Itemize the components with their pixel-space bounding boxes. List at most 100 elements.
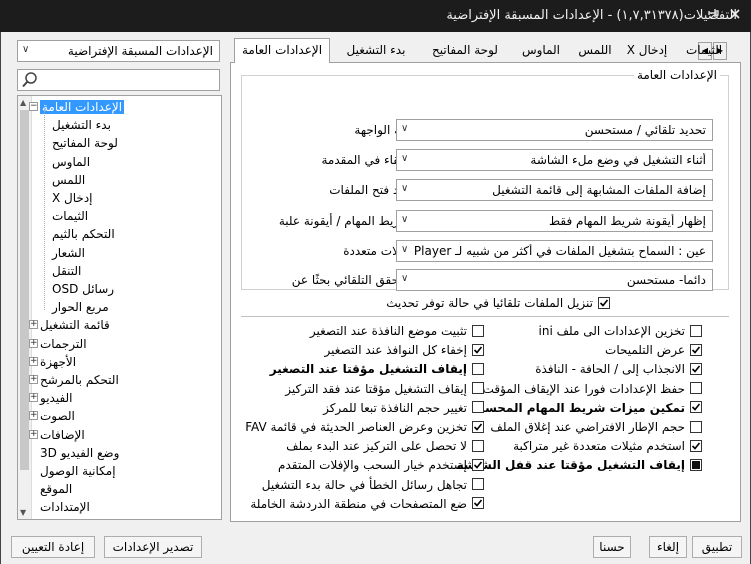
option-checkbox[interactable]: تغيير حجم النافذة تبعا للمركز: [248, 400, 484, 416]
checkbox-checked-icon[interactable]: [472, 343, 484, 356]
option-checkbox[interactable]: تثبيت موضع النافذة عند التصغير: [248, 323, 484, 339]
option-checkbox[interactable]: إيقاف التشغيل مؤقتا عند فقد التركيز: [248, 381, 484, 397]
tree-item[interactable]: الصوت: [40, 407, 75, 425]
tree-item[interactable]: التنقل: [52, 262, 81, 280]
tree-item[interactable]: وضع الفيديو 3D: [40, 444, 119, 462]
option-checkbox[interactable]: حجم الإطار الافتراضي عند إغلاق الملف: [490, 419, 702, 435]
setting-dropdown[interactable]: إضافة الملفات المشابهة إلى قائمة التشغيل…: [396, 179, 713, 201]
setting-dropdown[interactable]: عين : السماح بتشغيل الملفات في أكثر من ش…: [396, 240, 713, 262]
option-checkbox[interactable]: تخزين الإعدادات الى ملف ini: [492, 323, 702, 339]
collapse-icon[interactable]: −: [29, 102, 38, 111]
option-checkbox[interactable]: إيقاف التشغيل مؤقتا عند قفل الشاشة: [456, 457, 702, 473]
settings-tree[interactable]: ▲ ▼ الإعدادات العامة − بدء التشغيل لوحة الم…: [17, 95, 222, 520]
tree-item[interactable]: الأجهزة: [40, 353, 76, 371]
tab-5[interactable]: إدخال X: [621, 41, 673, 61]
tree-item-label: لوحة المفاتيح: [52, 136, 118, 151]
checkbox-label: ضع المتصفحات في منطقة الدردشة الخاملة: [250, 496, 467, 511]
option-checkbox[interactable]: تمكين ميزات شريط المهام المحسنة: [473, 400, 702, 416]
auto-download-checkbox[interactable]: تنزيل الملفات تلقائيا في حالة توفر تحديث: [386, 295, 610, 311]
option-checkbox[interactable]: إيقاف التشغيل مؤقتا عند التصغير: [248, 361, 484, 377]
option-checkbox[interactable]: الانجذاب إلى / الحافة - النافذة: [492, 361, 702, 377]
expand-icon[interactable]: +: [29, 338, 38, 348]
expand-icon[interactable]: +: [29, 320, 38, 330]
setting-dropdown[interactable]: إظهار أيقونة شريط المهام فقط ∨: [396, 210, 713, 232]
checkbox-checked-icon[interactable]: [472, 458, 484, 471]
tab-2[interactable]: لوحة المفاتيح: [421, 41, 509, 61]
checkbox-checked-icon[interactable]: [690, 343, 702, 356]
tree-item[interactable]: الإعدادات العامة: [40, 98, 125, 116]
checkbox-unchecked-icon[interactable]: [472, 478, 484, 491]
tree-item[interactable]: التحكم بالمرشح: [40, 371, 119, 389]
option-checkbox[interactable]: حفظ الإعدادات فورا عند الإيقاف المؤقت: [483, 381, 702, 397]
checkbox-checked-icon[interactable]: [472, 497, 484, 510]
setting-dropdown-value: دائما- مستحسن: [626, 273, 706, 287]
setting-dropdown[interactable]: دائما- مستحسن ∨: [396, 269, 713, 291]
checkbox-checked-icon[interactable]: [690, 362, 702, 375]
tree-item[interactable]: التحكم بالثيم: [52, 225, 115, 243]
checkbox-checked-icon[interactable]: [472, 420, 484, 433]
setting-label: شريط المهام / أيقونة علبة: [278, 214, 410, 228]
scroll-up-icon[interactable]: ▲: [20, 98, 26, 107]
checkbox-unchecked-icon[interactable]: [690, 420, 702, 433]
checkbox-partial-icon[interactable]: [690, 458, 702, 471]
checkbox-unchecked-icon[interactable]: [472, 382, 484, 395]
checkbox-checked-icon[interactable]: [690, 439, 702, 452]
option-checkbox[interactable]: استخدم مثيلات متعددة غير متراكبة: [492, 438, 702, 454]
option-checkbox[interactable]: عرض التلميحات: [492, 342, 702, 358]
option-checkbox[interactable]: لا تحصل على التركيز عند البدء بملف: [248, 438, 484, 454]
tree-item[interactable]: الموقع: [40, 480, 72, 498]
checkbox-unchecked-icon[interactable]: [472, 324, 484, 337]
tree-item[interactable]: مربع الحوار: [52, 298, 109, 316]
tree-item[interactable]: رسائل OSD: [52, 280, 114, 298]
export-settings-button[interactable]: تصدير الإعدادات: [104, 536, 202, 558]
option-checkbox[interactable]: ضع المتصفحات في منطقة الدردشة الخاملة: [248, 496, 484, 512]
setting-dropdown[interactable]: تحديد تلقائي / مستحسن ∨: [396, 119, 713, 141]
checkbox-unchecked-icon[interactable]: [690, 382, 702, 395]
checkbox-unchecked-icon[interactable]: [472, 439, 484, 452]
tab-6[interactable]: الثيمات: [677, 41, 731, 61]
tree-item[interactable]: الإمتدادات: [40, 498, 90, 516]
reset-button[interactable]: إعادة التعيين: [11, 536, 95, 558]
tree-scroll-thumb[interactable]: [20, 110, 29, 470]
checkbox-checked-icon[interactable]: [598, 296, 610, 309]
tab-1[interactable]: بدء التشغيل: [333, 41, 419, 61]
search-icon[interactable]: [21, 71, 39, 89]
expand-icon[interactable]: +: [29, 356, 38, 366]
tree-item[interactable]: الفيديو: [40, 389, 73, 407]
tree-item[interactable]: إمكانية الوصول: [40, 462, 116, 480]
checkbox-unchecked-icon[interactable]: [472, 401, 484, 414]
ok-button[interactable]: حسنا: [593, 536, 631, 558]
setting-dropdown[interactable]: أثناء التشغيل في وضع ملء الشاشة ∨: [396, 149, 713, 171]
option-checkbox[interactable]: إستخدم خيار السحب والإفلات المتقدم: [248, 457, 484, 473]
expand-icon[interactable]: +: [29, 393, 38, 403]
tree-scrollbar[interactable]: ▲ ▼: [18, 96, 32, 519]
tree-item[interactable]: قائمة التشغيل: [40, 316, 110, 334]
tree-item[interactable]: الثيمات: [52, 207, 88, 225]
tree-item[interactable]: الإضافات: [40, 426, 85, 444]
tab-0[interactable]: الإعدادات العامة: [234, 38, 330, 63]
preset-dropdown[interactable]: الإعدادات المسبقة الإفتراضية ∨: [17, 40, 220, 62]
option-checkbox[interactable]: تخزين وعرض العناصر الحديثة في قائمة FAV: [245, 419, 484, 435]
checkbox-unchecked-icon[interactable]: [472, 362, 484, 375]
expand-icon[interactable]: +: [29, 411, 38, 421]
tree-item[interactable]: الماوس: [52, 153, 90, 171]
tab-4[interactable]: اللمس: [572, 41, 618, 61]
scroll-down-icon[interactable]: ▼: [20, 508, 26, 517]
option-checkbox[interactable]: تجاهل رسائل الخطأ في حالة بدء التشغيل: [248, 477, 484, 493]
expand-icon[interactable]: +: [29, 375, 38, 384]
tab-3[interactable]: الماوس: [513, 41, 569, 61]
apply-button[interactable]: تطبيق: [692, 536, 742, 558]
expand-icon[interactable]: +: [29, 429, 38, 439]
tree-item[interactable]: اللمس: [52, 171, 85, 189]
cancel-button[interactable]: إلغاء: [649, 536, 687, 558]
option-checkbox[interactable]: إخفاء كل النوافذ عند التصغير: [248, 342, 484, 358]
tree-item[interactable]: لوحة المفاتيح: [52, 134, 118, 152]
tree-item[interactable]: إدخال X: [52, 189, 93, 207]
checkbox-checked-icon[interactable]: [690, 401, 702, 414]
search-box[interactable]: [17, 69, 220, 91]
tree-item[interactable]: الشعار: [52, 244, 85, 262]
checkbox-unchecked-icon[interactable]: [690, 324, 702, 337]
tree-item[interactable]: بدء التشغيل: [52, 116, 111, 134]
tree-item[interactable]: الترجمات: [40, 335, 87, 353]
search-input[interactable]: [44, 72, 216, 88]
